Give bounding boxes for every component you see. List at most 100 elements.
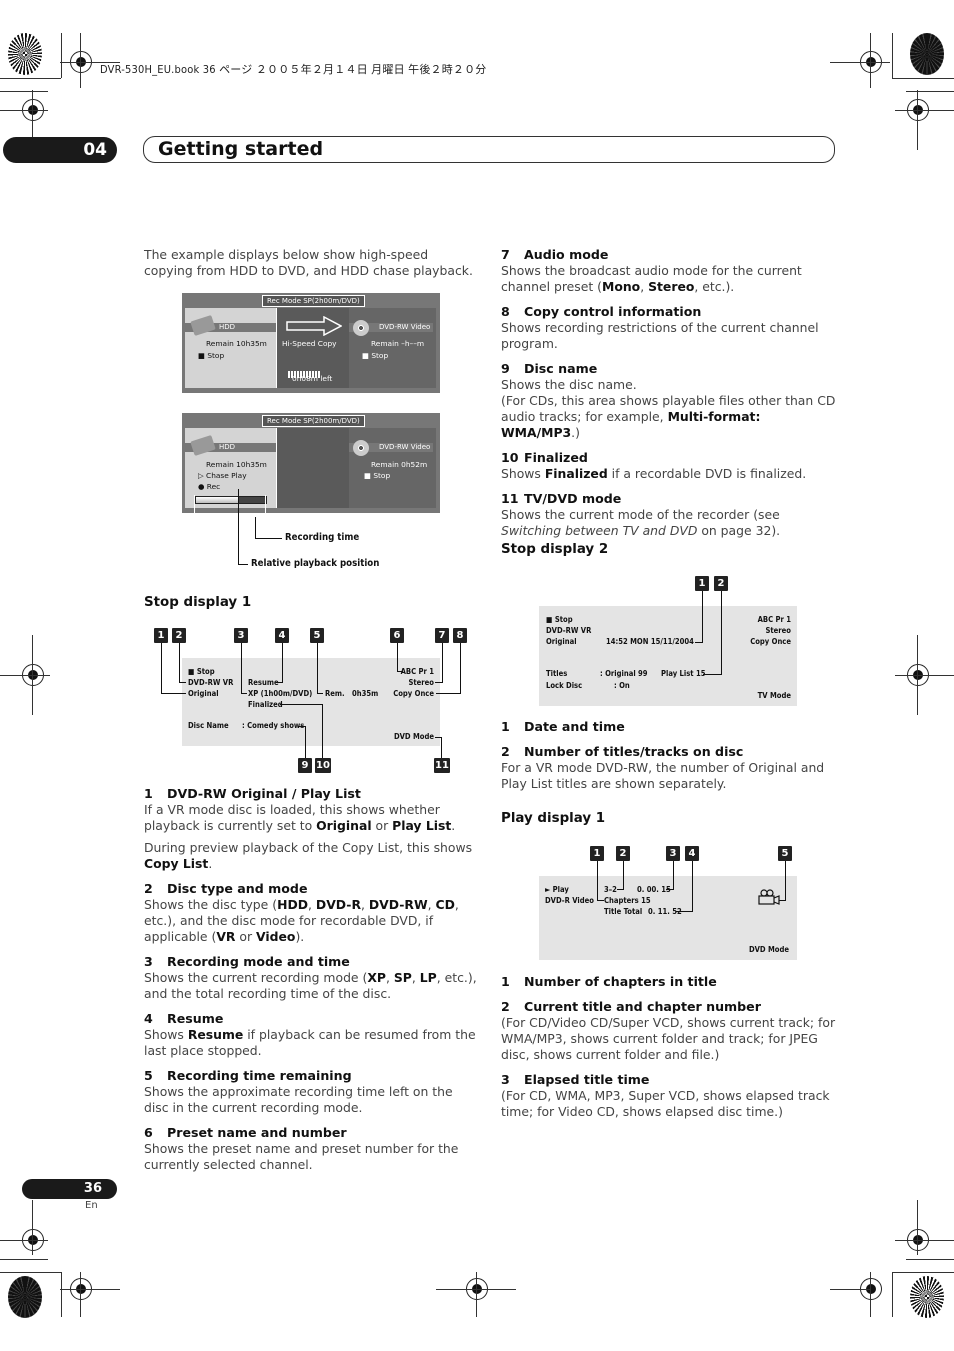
callout-badge: 4 [275,628,289,643]
item-heading: 3 Recording mode and time [144,954,480,970]
rec-status: ● Rec [198,482,221,491]
blank-panel [276,428,350,508]
callout-badge: 5 [310,628,324,643]
hdd-icon [190,314,216,337]
item-description: Shows the preset name and preset number … [144,1141,459,1172]
item-description: Shows the current recording mode (XP, SP… [144,970,477,1001]
stop-display-2-screen: ■ Stop DVD-RW VR Original 14:52 MON 15/1… [539,606,797,706]
play-display-1-items: 1 Number of chapters in title 2 Current tit… [501,974,837,1129]
item-heading: 9 Disc name [501,361,837,377]
dvd-remain: Remain 0h52m [371,460,428,469]
callout-badge: 4 [685,846,699,861]
screen-rec-mode: XP (1h00m/DVD) [248,689,313,698]
arrow-right-icon [286,316,342,336]
callout-bracket [194,495,266,518]
screen-list: Original [188,689,219,698]
description-item: 11 TV/DVD mode Shows the current mode of t… [501,491,837,539]
item-title: Number of titles/tracks on disc [524,744,744,759]
chapter-title: Getting started [143,136,835,163]
copy-time-left: 0h08m left [292,374,333,383]
item-number: 8 [501,304,510,319]
item-heading: 1 DVD-RW Original / Play List [144,786,480,802]
item-number: 6 [144,1125,153,1140]
callout-badge: 2 [714,576,728,591]
callout-badge: 10 [315,758,331,773]
camera-angle-icon [758,889,780,905]
disc-icon [353,440,369,456]
item-description: (For CD, WMA, MP3, Super VCD, shows elap… [501,1088,830,1119]
item-heading: 1 Date and time [501,719,837,735]
stop-display-2-title: Stop display 2 [501,542,609,557]
screen-mode: TV Mode [757,691,791,700]
callout-badge: 2 [172,628,186,643]
item-number: 1 [144,786,153,801]
screen-title-total-label: Title Total [604,907,643,916]
item-heading: 8 Copy control information [501,304,837,320]
screen-disc-name-label: Disc Name [188,721,229,730]
callout-badge: 11 [434,758,450,773]
description-item: 1 DVD-RW Original / Play List If a VR mode… [144,786,480,872]
page-number: 36 [22,1179,117,1199]
callout-badge: 1 [695,576,709,591]
item-title: Disc name [524,361,598,376]
screen-status: ► Play [545,885,569,894]
item-title: Elapsed title time [524,1072,650,1087]
screen-disc-name-value: : Comedy shows [242,721,305,730]
item-description: Shows the disc type (HDD, DVD-R, DVD-RW,… [144,897,459,944]
rec-mode-label: Rec Mode SP(2h00m/DVD) [262,415,365,427]
screen-finalized: Finalized [248,700,283,709]
item-title: Copy control information [524,304,702,319]
item-heading: 4 Resume [144,1011,480,1027]
dvd-remain: Remain –h––m [371,339,425,348]
description-item: 2 Current title and chapter number (For CD… [501,999,837,1063]
screen-lock-label: Lock Disc [546,681,583,690]
hdd-panel: HDD Remain 10h35m ■ Stop [185,308,305,388]
item-heading: 3 Elapsed title time [501,1072,837,1088]
callout-badge: 3 [666,846,680,861]
item-number: 7 [501,247,510,262]
item-heading: 11 TV/DVD mode [501,491,837,507]
color-rosette-icon [8,1276,42,1318]
item-number: 2 [144,881,153,896]
description-item: 2 Disc type and mode Shows the disc type (… [144,881,480,945]
screen-playlist: Play List 15 [661,669,706,678]
screen-list: Original [546,637,577,646]
item-description: For a VR mode DVD-RW, the number of Orig… [501,760,825,791]
item-number: 11 [501,491,519,506]
item-title: Preset name and number [167,1125,347,1140]
screen-mode: DVD Mode [393,732,434,741]
description-item: 6 Preset name and number Shows the preset … [144,1125,480,1173]
description-item: 9 Disc name Shows the disc name. (For CDs, … [501,361,837,441]
intro-text: The example displays below show high-spe… [144,247,473,278]
item-heading: 7 Audio mode [501,247,837,263]
item-description: (For CD/Video CD/Super VCD, shows curren… [501,1015,836,1062]
dvd-panel: DVD-RW Video Remain 0h52m ■ Stop [349,428,436,508]
callout-badge: 3 [234,628,248,643]
hdd-status: ■ Stop [198,351,225,360]
item-title: Disc type and mode [167,881,308,896]
screen-disc-type: DVD-RW VR [188,678,234,687]
screen-title-total-value: 0. 11. 52 [648,907,682,916]
callout-badge: 5 [778,846,792,861]
description-item: 8 Copy control information Shows recording… [501,304,837,352]
item-title: DVD-RW Original / Play List [167,786,361,801]
screen-chapters: Chapters 15 [604,896,651,905]
item-number: 1 [501,974,510,989]
copy-panel: Hi-Speed Copy 0h08m left [276,308,350,388]
item-number: 4 [144,1011,153,1026]
stop-display-2-items: 1 Date and time 2 Number of titles/tracks o… [501,719,837,801]
hdd-remain: Remain 10h35m [206,339,267,348]
dvd-status: ■ Stop [362,351,389,360]
item-number: 1 [501,719,510,734]
screen-elapsed: 0. 00. 15 [637,885,671,894]
screen-status: ■ Stop [188,667,215,676]
item-heading: 2 Disc type and mode [144,881,480,897]
item-number: 10 [501,450,519,465]
callout-recording-time: Recording time [285,532,360,543]
screen-audio: Stereo [408,678,434,687]
callout-badge: 6 [390,628,404,643]
screen-copy: Copy Once [750,637,791,646]
item-description: Shows Resume if playback can be resumed … [144,1027,476,1058]
dvd-panel: DVD-RW Video Remain –h––m ■ Stop [349,308,436,388]
screen-preset: ABC Pr 1 [757,615,791,624]
